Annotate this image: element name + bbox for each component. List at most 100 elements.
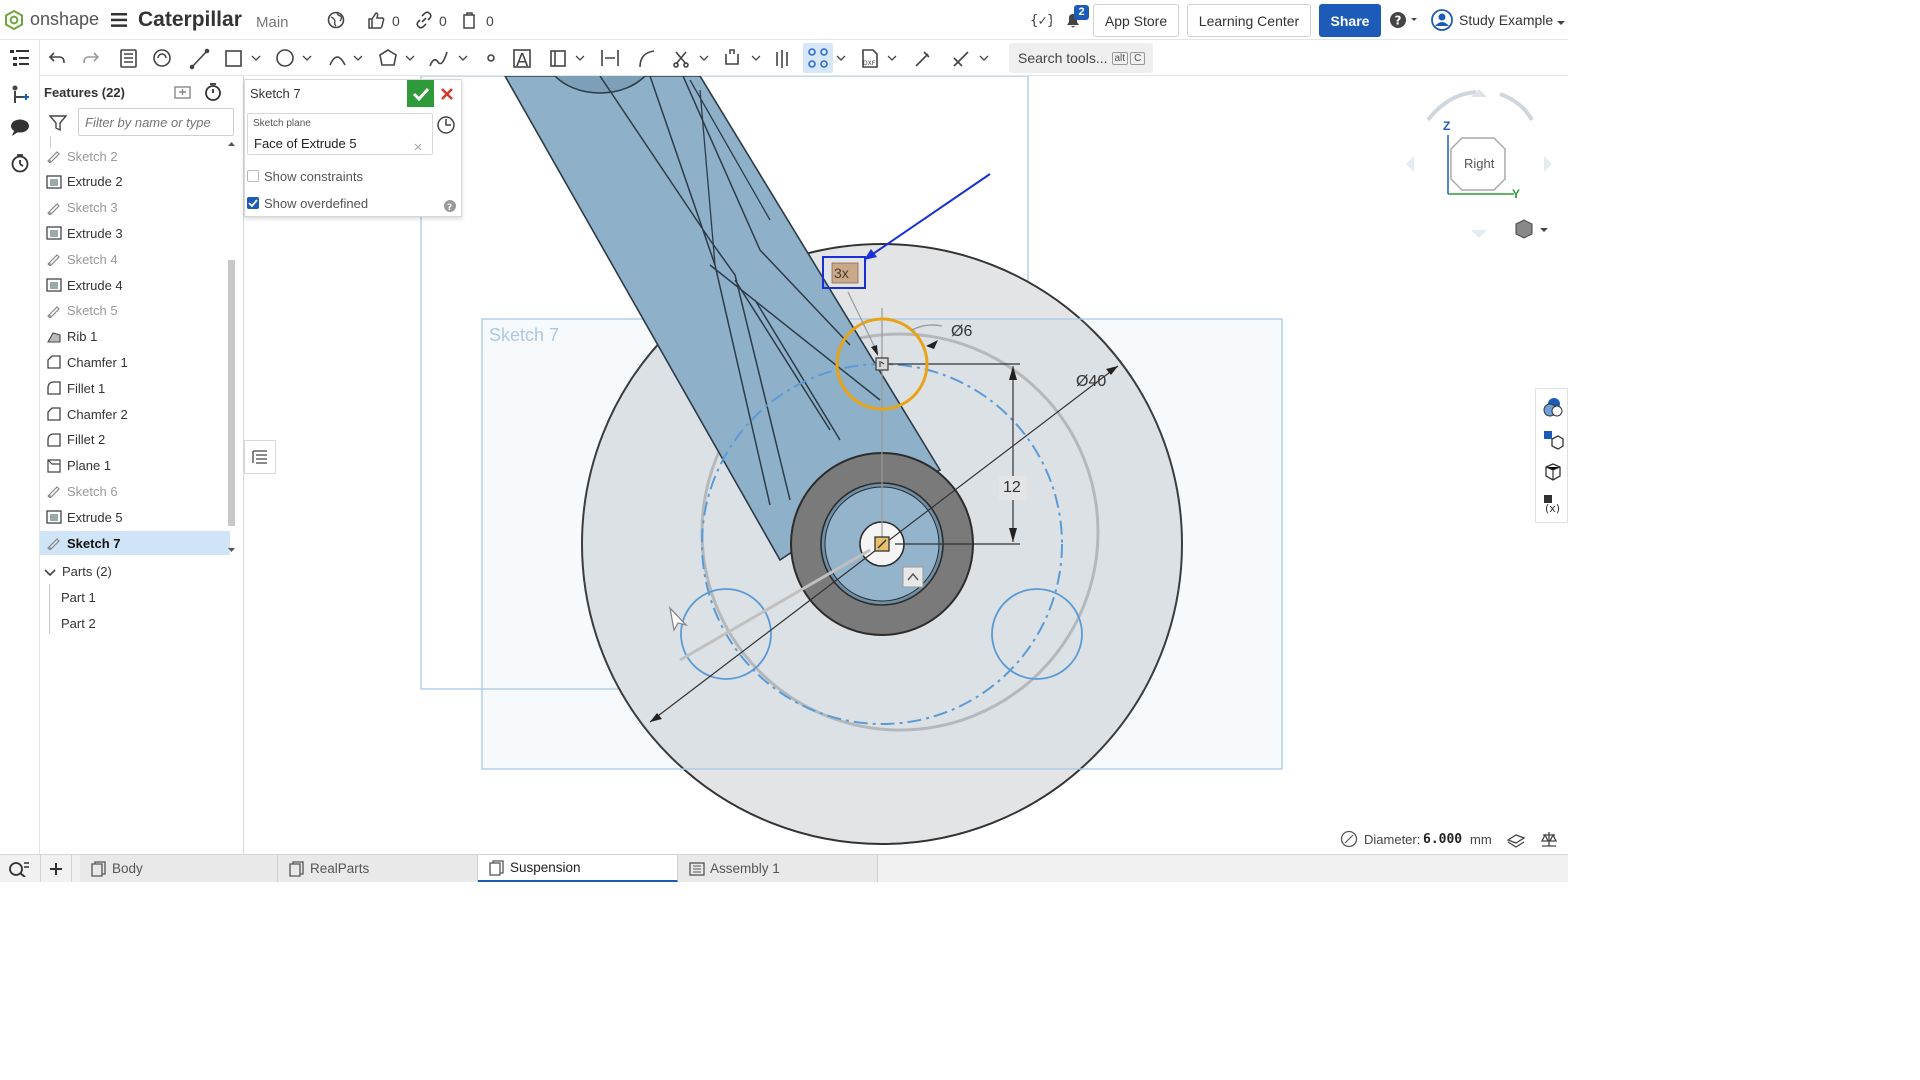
pattern-count-label[interactable]: 3x: [834, 265, 849, 281]
copy-icon[interactable]: [461, 11, 479, 29]
search-tools-box[interactable]: Search tools... alt C: [1009, 43, 1153, 73]
rollback-timer-icon[interactable]: [203, 82, 223, 102]
feature-item-plane-1[interactable]: Plane 1: [40, 454, 230, 478]
feature-item-extrude-2[interactable]: Extrude 2: [40, 170, 230, 194]
part-2-item[interactable]: Part 2: [61, 612, 96, 634]
feature-item-extrude-5[interactable]: Extrude 5: [40, 505, 230, 529]
sketch-feature-icon: [46, 149, 62, 164]
show-overdefined-row[interactable]: Show overdefined: [247, 194, 368, 212]
measure-tool-icon[interactable]: [1539, 829, 1559, 849]
feature-label: Fillet 1: [67, 380, 106, 396]
help-icon[interactable]: ?: [1389, 11, 1419, 29]
brand-name[interactable]: onshape: [30, 9, 99, 30]
comments-icon[interactable]: [9, 118, 31, 138]
show-constraints-checkbox[interactable]: [247, 170, 259, 182]
large-diameter-dimension[interactable]: Ø40: [1076, 373, 1106, 391]
small-diameter-dimension[interactable]: Ø6: [951, 323, 972, 341]
part-1-label: Part 1: [61, 589, 96, 605]
sketch-view-toggle-icon[interactable]: [436, 115, 456, 135]
filter-icon[interactable]: [48, 114, 68, 132]
feature-item-sketch-2[interactable]: Sketch 2: [40, 144, 230, 168]
learning-center-button[interactable]: Learning Center: [1187, 4, 1311, 37]
tab-assembly-1[interactable]: Assembly 1: [678, 855, 878, 882]
branch-name[interactable]: Main: [256, 14, 289, 31]
shortcut-c-key: C: [1130, 51, 1146, 65]
feature-item-chamfer-1[interactable]: Chamfer 1: [40, 350, 230, 374]
parts-panel-icon[interactable]: [1542, 429, 1564, 451]
toolbar-icons[interactable]: A DXF: [40, 40, 1010, 76]
accept-checkmark-button[interactable]: [407, 80, 434, 107]
feature-item-extrude-4[interactable]: Extrude 4: [40, 273, 230, 297]
user-menu-chevron-icon[interactable]: [1556, 16, 1566, 25]
axis-z-label: Z: [1443, 119, 1451, 133]
feature-item-sketch-3[interactable]: Sketch 3: [40, 196, 230, 220]
history-timer-icon[interactable]: [9, 152, 31, 174]
link-icon[interactable]: [415, 11, 433, 29]
copies-count: 0: [486, 13, 494, 29]
hamburger-menu-icon[interactable]: [111, 13, 127, 27]
show-constraints-row[interactable]: Show constraints: [247, 167, 363, 185]
tab-suspension[interactable]: Suspension: [478, 855, 678, 882]
cancel-close-button[interactable]: [437, 84, 457, 104]
app-store-button[interactable]: App Store: [1093, 4, 1179, 37]
globe-icon[interactable]: [327, 11, 345, 29]
clear-plane-icon[interactable]: [414, 139, 422, 151]
graphics-toggle-icon[interactable]: [1506, 830, 1526, 848]
feature-item-fillet-1[interactable]: Fillet 1: [40, 376, 230, 400]
part-1-item[interactable]: Part 1: [61, 586, 96, 608]
sketch-plane-field[interactable]: Sketch plane Face of Extrude 5: [247, 113, 433, 155]
feature-item-sketch-4[interactable]: Sketch 4: [40, 247, 230, 271]
feature-item-sketch-7[interactable]: Sketch 7: [40, 531, 230, 555]
variables-icon[interactable]: {✓}: [1030, 11, 1055, 29]
parts-header[interactable]: Parts (2): [40, 560, 230, 582]
user-name[interactable]: Study Example: [1459, 12, 1553, 28]
offset-dimension[interactable]: 12: [1003, 479, 1021, 497]
sketch-list-toggle-icon[interactable]: [244, 440, 276, 474]
svg-text:?: ?: [1395, 14, 1402, 28]
mass-properties-panel-icon[interactable]: [1542, 461, 1564, 483]
right-panel-strip: (x): [1535, 388, 1568, 523]
add-feature-icon[interactable]: [9, 83, 31, 105]
parts-expand-chevron-icon[interactable]: [44, 566, 56, 577]
axis-y-label: Y: [1512, 187, 1521, 201]
onshape-logo-icon[interactable]: [5, 9, 23, 31]
feature-item-chamfer-2[interactable]: Chamfer 2: [40, 402, 230, 426]
sketch-feature-icon: [46, 536, 62, 551]
extrude-feature-icon: [46, 226, 62, 241]
sketch-toolbar: A DXF Search tools... alt C: [40, 40, 1568, 76]
feature-label: Chamfer 2: [67, 406, 128, 422]
feature-item-sketch-6[interactable]: Sketch 6: [40, 479, 230, 503]
user-avatar-icon[interactable]: [1430, 9, 1454, 31]
parts-tree-line: [49, 584, 50, 634]
view-cube-face-label[interactable]: Right: [1464, 156, 1494, 171]
appearance-panel-icon[interactable]: [1542, 396, 1564, 418]
like-icon[interactable]: [367, 11, 385, 29]
variables-panel-icon[interactable]: (x): [1542, 493, 1564, 515]
extrude-feature-icon: [46, 175, 62, 189]
share-button[interactable]: Share: [1319, 4, 1381, 37]
features-add-folder-icon[interactable]: [173, 83, 193, 101]
tabs-manager-icon[interactable]: [8, 861, 30, 878]
sketch-feature-icon: [46, 201, 62, 216]
part-studio-tab-icon: [288, 860, 306, 877]
shortcut-alt-key: alt: [1111, 51, 1129, 65]
links-count: 0: [439, 13, 447, 29]
svg-text:(x): (x): [1545, 502, 1560, 515]
document-title[interactable]: Caterpillar: [138, 8, 242, 32]
tab-body[interactable]: Body: [80, 855, 278, 882]
add-tab-button[interactable]: [40, 855, 72, 882]
feature-item-fillet-2[interactable]: Fillet 2: [40, 428, 230, 452]
tab-realparts[interactable]: RealParts: [278, 855, 478, 882]
feature-item-extrude-3[interactable]: Extrude 3: [40, 221, 230, 245]
dialog-help-icon[interactable]: ?: [443, 199, 457, 213]
feature-list-icon[interactable]: [9, 48, 31, 68]
feature-item-rib-1[interactable]: Rib 1: [40, 325, 230, 349]
feature-item-sketch-5[interactable]: Sketch 5: [40, 299, 230, 323]
feature-filter-input[interactable]: [78, 108, 234, 136]
feature-label: Sketch 6: [67, 483, 118, 499]
feature-label: Sketch 7: [67, 535, 121, 551]
annotation-arrow-line: [866, 173, 991, 259]
search-tools-label: Search tools...: [1018, 50, 1108, 66]
features-scrollbar[interactable]: [227, 138, 236, 556]
show-overdefined-checkbox[interactable]: [247, 197, 259, 209]
